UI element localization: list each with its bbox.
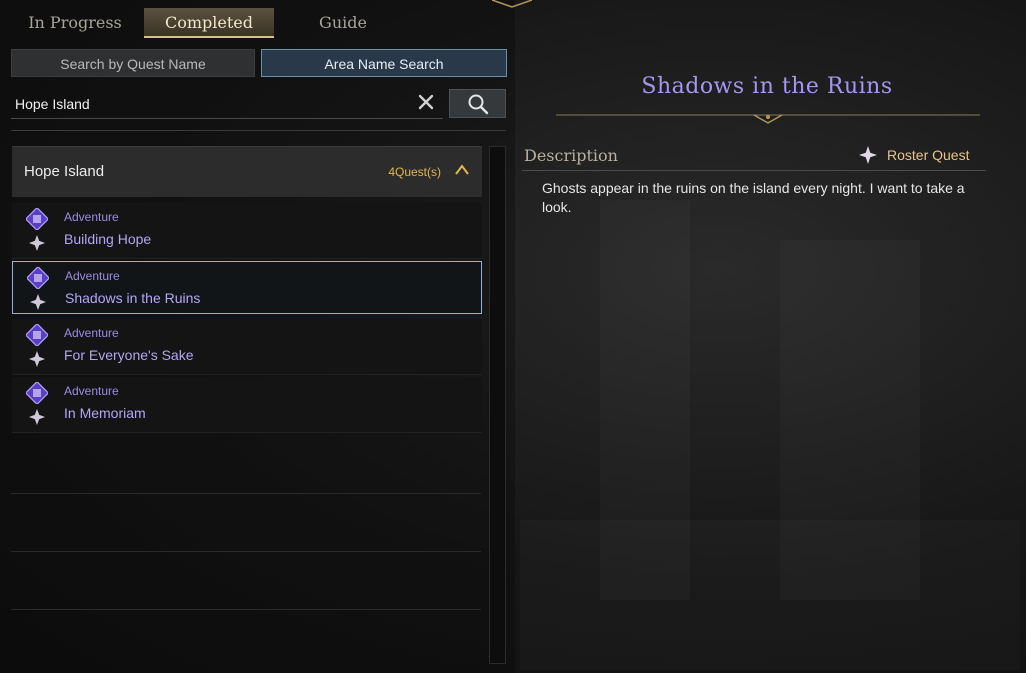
description-heading: Description [524, 146, 618, 165]
tab-in-progress[interactable]: In Progress [10, 8, 140, 38]
search-button[interactable] [449, 89, 506, 118]
roster-quest-icon [29, 235, 45, 251]
search-icon [468, 94, 488, 114]
quest-description: Ghosts appear in the ruins on the island… [542, 180, 965, 215]
quest-title: For Everyone's Sake [64, 347, 194, 363]
roster-quest-label: Roster Quest [887, 147, 970, 163]
area-group-name: Hope Island [24, 163, 105, 180]
roster-quest-icon [30, 294, 46, 310]
chevron-up-icon[interactable] [454, 162, 470, 178]
description-divider [522, 170, 986, 171]
list-divider [11, 551, 481, 552]
adventure-book-icon [26, 382, 48, 404]
roster-quest-icon [29, 409, 45, 425]
close-icon[interactable] [416, 94, 436, 114]
quest-title: In Memoriam [64, 405, 146, 421]
adventure-book-icon [26, 324, 48, 346]
area-group-header[interactable]: Hope Island 4Quest(s) [12, 146, 482, 197]
roster-quest-icon [859, 146, 877, 164]
quest-type-label: Adventure [64, 210, 119, 224]
quest-title: Shadows in the Ruins [65, 290, 201, 306]
quest-count-badge: 4Quest(s) [388, 165, 441, 179]
quest-detail-title: Shadows in the Ruins [641, 74, 893, 99]
search-divider [11, 130, 506, 131]
adventure-book-icon [27, 267, 49, 289]
quest-type-label: Adventure [64, 384, 119, 398]
quest-type-label: Adventure [65, 269, 120, 283]
quest-title: Building Hope [64, 231, 152, 247]
background-floor [520, 520, 1020, 670]
tab-guide[interactable]: Guide [278, 8, 408, 38]
quest-list-item[interactable]: Adventure In Memoriam [12, 377, 482, 433]
area-name-search-button[interactable]: Area Name Search [261, 49, 507, 77]
quest-list-item[interactable]: Adventure Shadows in the Ruins [12, 261, 482, 314]
quest-list-item[interactable]: Adventure For Everyone's Sake [12, 319, 482, 375]
top-ornament-icon [492, 0, 532, 8]
quest-list-item[interactable]: Adventure Building Hope [12, 203, 482, 259]
list-divider [11, 493, 481, 494]
search-by-quest-name-button[interactable]: Search by Quest Name [11, 49, 255, 77]
quest-list-scrollbar[interactable] [489, 146, 506, 664]
title-ornament-icon [556, 114, 980, 124]
adventure-book-icon [26, 208, 48, 230]
list-divider [11, 609, 481, 610]
roster-quest-icon [29, 351, 45, 367]
quest-type-label: Adventure [64, 326, 119, 340]
tab-completed[interactable]: Completed [144, 8, 274, 38]
search-input[interactable] [11, 89, 443, 119]
